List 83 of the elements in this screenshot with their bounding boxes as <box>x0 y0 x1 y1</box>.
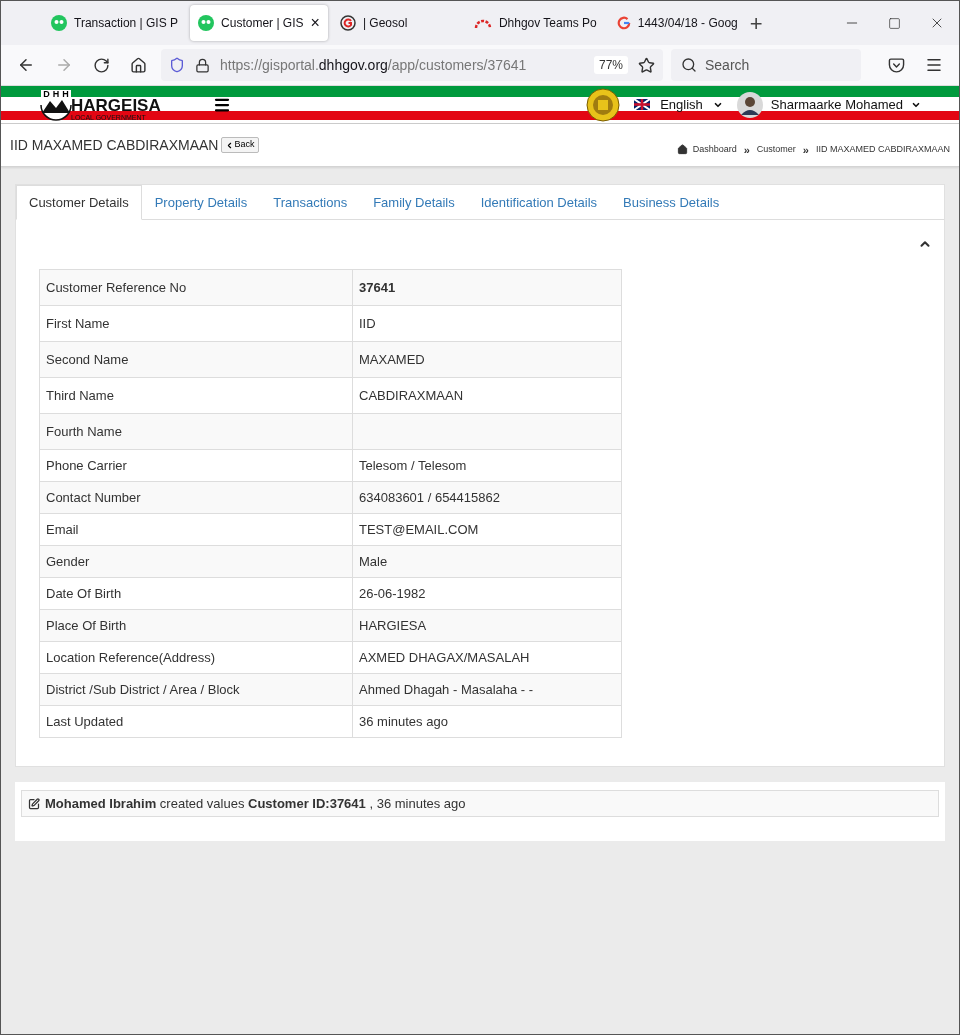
field-value: Ahmed Dhagah - Masalaha - - <box>352 673 622 706</box>
arc-icon <box>473 17 492 29</box>
tab-title: Dhhgov Teams Po <box>498 15 597 32</box>
logo-title: HARGEISA <box>71 96 161 114</box>
home-icon <box>676 144 688 156</box>
field-value: CABDIRAXMAAN <box>352 377 622 414</box>
close-tab-button[interactable]: × <box>310 11 320 35</box>
browser-tab[interactable]: | Geosol <box>331 5 462 41</box>
field-value: IID <box>352 305 622 342</box>
tab[interactable]: Business Details <box>611 185 732 220</box>
field-label: District /Sub District / Area / Block <box>39 673 353 706</box>
tab-title: Transaction | GIS P <box>74 15 179 32</box>
tab-title: Customer | GIS <box>221 15 304 32</box>
tab[interactable]: Identification Details <box>468 185 610 220</box>
field-label: Last Updated <box>39 705 353 738</box>
tab-title: | Geosol <box>362 15 409 32</box>
field-value: 26-06-1982 <box>352 577 622 610</box>
browser-tab[interactable]: Transaction | GIS P <box>43 5 187 41</box>
field-value: 634083601 / 654415862 <box>352 481 622 514</box>
maximize-icon[interactable] <box>888 16 901 30</box>
address-bar[interactable]: https://gisportal.dhhgov.org/app/customers/37641 77% <box>161 49 663 81</box>
tab[interactable]: Transactions <box>261 185 360 220</box>
field-value: MAXAMED <box>352 341 622 378</box>
field-value: Telesom / Telesom <box>352 449 622 482</box>
url-text: https://gisportal.dhhgov.org/app/customers/37641 <box>220 55 527 75</box>
tab[interactable]: Family Details <box>361 185 467 220</box>
zoom-level[interactable]: 77% <box>593 56 628 74</box>
browser-tab[interactable]: Customer | GIS × <box>190 5 328 41</box>
language-dropdown[interactable]: English <box>634 94 723 115</box>
new-tab-button[interactable]: + <box>749 6 763 40</box>
logo-letter: H <box>62 89 69 99</box>
breadcrumb-separator: » <box>743 142 750 158</box>
field-label: First Name <box>39 305 353 342</box>
breadcrumb-link[interactable]: Dashboard <box>692 143 737 157</box>
field-label: Third Name <box>39 377 353 414</box>
field-value: 37641 <box>352 269 622 306</box>
browser-tab[interactable]: 1443/04/18 - Goog <box>608 5 746 41</box>
field-label: Email <box>39 513 353 546</box>
field-value: AXMED DHAGAX/MASALAH <box>352 641 622 674</box>
browser-tab[interactable]: Dhhgov Teams Po <box>465 5 605 41</box>
tab[interactable]: Customer Details <box>16 185 142 220</box>
menu-icon[interactable] <box>925 56 943 74</box>
page-title: IID MAXAMED CABDIRAXMAAN <box>10 135 219 155</box>
bookmark-star-icon[interactable] <box>638 56 655 74</box>
search-placeholder: Search <box>705 55 750 75</box>
google-icon <box>616 16 631 30</box>
logo-letter: D <box>43 89 50 99</box>
breadcrumb-link[interactable]: Customer <box>756 143 796 157</box>
edit-icon <box>28 797 40 810</box>
face-icon <box>51 15 67 31</box>
logo-letter: H <box>52 89 60 99</box>
field-label: Second Name <box>39 341 353 378</box>
search-field[interactable]: Search <box>671 49 861 81</box>
avatar-icon <box>736 91 763 118</box>
back-icon[interactable] <box>17 56 35 74</box>
reload-icon[interactable] <box>93 56 110 74</box>
home-icon[interactable] <box>130 56 147 74</box>
tab-title: 1443/04/18 - Goog <box>637 15 738 32</box>
field-label: Location Reference(Address) <box>39 641 353 674</box>
flag-icon <box>634 99 651 110</box>
tab[interactable]: Property Details <box>142 185 260 220</box>
field-value: Male <box>352 545 622 578</box>
field-label: Phone Carrier <box>39 449 353 482</box>
lock-icon <box>195 57 210 73</box>
field-label: Place Of Birth <box>39 609 353 642</box>
back-button[interactable]: Back <box>221 137 259 153</box>
field-value: HARGIESA <box>352 609 622 642</box>
circle-g-icon <box>339 15 356 31</box>
shield-icon[interactable] <box>169 57 185 73</box>
field-value: TEST@EMAIL.COM <box>352 513 622 546</box>
emblem-icon <box>586 87 621 122</box>
field-label: Contact Number <box>39 481 353 514</box>
field-label: Customer Reference No <box>39 269 353 306</box>
field-label: Date Of Birth <box>39 577 353 610</box>
field-label: Gender <box>39 545 353 578</box>
face-icon <box>198 15 215 31</box>
field-label: Fourth Name <box>39 413 353 450</box>
field-value: 36 minutes ago <box>352 705 622 738</box>
breadcrumb-separator: » <box>802 142 809 158</box>
user-menu[interactable]: Sharmaarke Mohamed <box>736 91 921 118</box>
mountain-logo-icon <box>39 98 73 123</box>
activity-text: Mohamed Ibrahim created values Customer ID:37641 , 36 minutes ago <box>45 794 466 813</box>
search-icon <box>681 57 697 73</box>
